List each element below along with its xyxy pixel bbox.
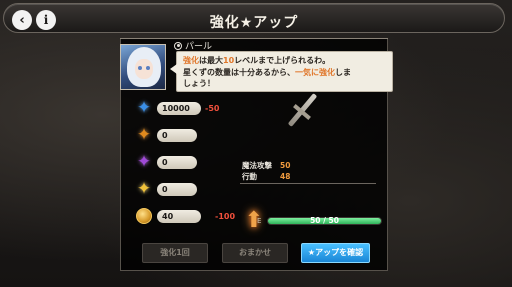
blue-star-icon: ✦: [136, 97, 152, 118]
character-portrait: [120, 44, 166, 90]
panel-divider: [120, 38, 388, 39]
stats-divider: [240, 183, 376, 184]
orange-star-icon: ✦: [136, 124, 152, 145]
resource-value: 40: [157, 209, 201, 223]
stat-magic-attack: 魔法攻撃 50: [242, 161, 291, 170]
coin-icon: [136, 208, 152, 224]
resource-row-coin: 40 -100: [134, 207, 235, 225]
confirm-star-up-button[interactable]: ★アップを確認: [301, 243, 370, 263]
resource-delta: -50: [205, 103, 220, 113]
purple-star-icon: ✦: [136, 151, 152, 172]
stats-block: 魔法攻撃 50 行動 48: [242, 160, 290, 182]
resource-row-gold: ✦ 0: [134, 180, 197, 198]
progress-text: 50 / 50: [310, 216, 339, 225]
header-bar: ‹ i 強化★アップ: [3, 3, 505, 33]
weapon-sprite: [282, 88, 322, 132]
radio-icon: [174, 41, 182, 50]
resource-value: 0: [157, 182, 197, 196]
auto-button[interactable]: おまかせ: [222, 243, 288, 263]
resource-value: 0: [157, 128, 197, 142]
resource-delta: -100: [215, 211, 236, 221]
resource-row-blue: ✦ 10000 -50: [134, 97, 220, 118]
resource-row-orange: ✦ 0: [134, 126, 197, 144]
dialog-line-2: 星くずの数量は十分あるから、一気に強化しま: [183, 67, 351, 77]
enhance-once-button[interactable]: 強化1回: [142, 243, 208, 263]
progress-prefix: E: [257, 217, 262, 225]
resource-value: 0: [157, 155, 197, 169]
speech-bubble: 強化は最大10レベルまで上げられるわ。 星くずの数量は十分あるから、一気に強化し…: [170, 51, 393, 92]
resource-value: 10000: [157, 101, 201, 115]
dialog-line-1: 強化は最大10レベルまで上げられるわ。: [183, 56, 331, 65]
gold-star-icon: ✦: [136, 178, 152, 199]
resource-row-purple: ✦ 0: [134, 153, 197, 171]
level-up-arrow-icon: ⬆: [244, 208, 264, 233]
stat-action: 行動 48: [242, 172, 291, 181]
page-title: 強化★アップ: [209, 15, 299, 31]
